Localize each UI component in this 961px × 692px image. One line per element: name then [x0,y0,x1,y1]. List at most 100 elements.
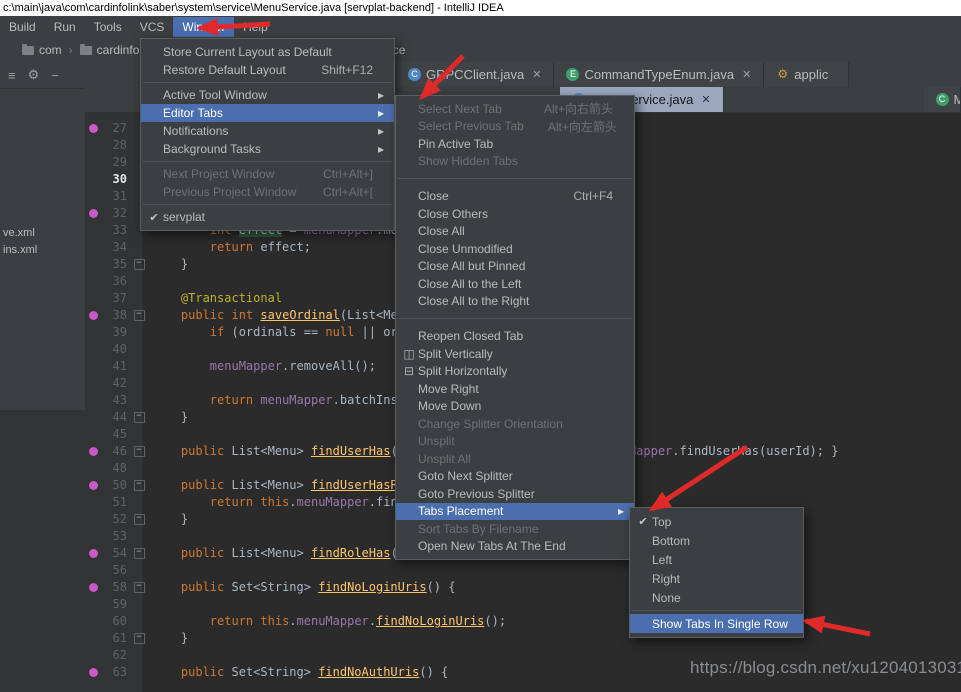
menu-item[interactable]: Show Hidden Tabs [396,153,634,171]
menubar-item[interactable]: Tools [85,17,131,37]
menu-item[interactable]: Editor Tabs [141,104,394,122]
menu-item-label: None [652,591,681,605]
fold-icon[interactable] [132,579,146,596]
fold-icon[interactable] [132,562,146,579]
fold-icon[interactable] [132,409,146,426]
menu-item[interactable]: Open New Tabs At The End [396,538,634,556]
menu-item[interactable]: Sort Tabs By Filename [396,520,634,538]
menu-item[interactable]: Split Horizontally [396,363,634,381]
fold-icon[interactable] [132,477,146,494]
menu-item[interactable]: Restore Default Layout Shift+F12 [141,61,394,79]
fold-icon[interactable] [132,375,146,392]
editor-tab[interactable]: C GRPCClient.java [396,62,554,87]
fold-icon[interactable] [132,630,146,647]
fold-icon[interactable] [132,596,146,613]
menu-item[interactable]: Close All to the Left [396,275,634,293]
fold-icon[interactable] [132,426,146,443]
menu-item[interactable]: Store Current Layout as Default [141,43,394,61]
menu-item[interactable]: Goto Next Splitter [396,468,634,486]
menu-item[interactable]: Notifications [141,122,394,140]
menu-item[interactable]: Close All to the Right [396,293,634,311]
code-token: (ordinals == [224,325,325,339]
fold-icon[interactable] [132,613,146,630]
menu-item[interactable]: Select Next Tab Alt+向右箭头 [396,100,634,118]
menubar-item[interactable]: VCS [131,17,174,37]
menu-item[interactable]: Change Splitter Orientation [396,415,634,433]
menu-item[interactable]: Select Previous Tab Alt+向左箭头 [396,118,634,136]
tab-close-icon[interactable] [532,68,541,81]
menu-item-label: Notifications [163,124,228,138]
code-token: } [152,410,188,424]
settings-icon[interactable]: ⚙ [28,67,40,83]
project-file-item[interactable]: ve.xml [0,225,85,242]
editor-tab[interactable]: C Menu [924,87,961,112]
fold-icon[interactable] [132,307,146,324]
menu-item[interactable] [141,158,394,165]
menu-item[interactable]: Close All but Pinned [396,258,634,276]
menubar-item[interactable]: Window [173,17,234,37]
menu-item[interactable]: Move Down [396,398,634,416]
code-token [152,325,210,339]
menu-item[interactable]: Show Tabs In Single Row [630,614,803,633]
fold-icon[interactable] [132,290,146,307]
editor-tab[interactable]: ⚙ applic [764,62,849,87]
menu-item[interactable]: Right [630,569,803,588]
menu-item[interactable] [396,310,634,328]
menu-item[interactable]: Top [630,512,803,531]
menubar-item[interactable]: Build [0,17,45,37]
menubar-item[interactable]: Run [45,17,85,37]
menu-item[interactable]: Bottom [630,531,803,550]
fold-icon[interactable] [132,256,146,273]
fold-icon[interactable] [132,358,146,375]
editor-tab[interactable]: E CommandTypeEnum.java [554,62,764,87]
menu-item[interactable]: Previous Project Window Ctrl+Alt+[ [141,183,394,201]
fold-icon[interactable] [132,545,146,562]
menu-item[interactable] [141,79,394,86]
fold-icon[interactable] [132,511,146,528]
menu-item[interactable]: servplat [141,208,394,226]
menu-item[interactable]: Pin Active Tab [396,135,634,153]
menu-item[interactable] [630,607,803,614]
menu-item[interactable] [141,201,394,208]
menu-item[interactable]: Next Project Window Ctrl+Alt+] [141,165,394,183]
menu-item[interactable]: Active Tool Window [141,86,394,104]
menu-item[interactable]: Close Others [396,205,634,223]
menu-item[interactable]: Close All [396,223,634,241]
fold-icon[interactable] [132,664,146,681]
menu-item[interactable]: Reopen Closed Tab [396,328,634,346]
project-file-item[interactable]: ins.xml [0,242,85,259]
fold-icon[interactable] [132,647,146,664]
menu-item[interactable]: None [630,588,803,607]
hide-panel-icon[interactable]: − [51,68,59,83]
menubar-item[interactable]: Help [234,17,277,37]
gutter-marker-icon [85,256,101,273]
menu-item[interactable]: Close Ctrl+F4 [396,188,634,206]
fold-icon[interactable] [132,239,146,256]
menu-item[interactable]: Background Tasks [141,140,394,158]
fold-icon[interactable] [132,528,146,545]
fold-icon[interactable] [132,494,146,511]
menu-item[interactable] [396,170,634,188]
fold-icon[interactable] [132,341,146,358]
menu-item[interactable]: Move Right [396,380,634,398]
fold-icon[interactable] [132,392,146,409]
fold-icon[interactable] [132,460,146,477]
code-token [152,240,210,254]
breadcrumb-item[interactable]: com [22,43,80,57]
fold-icon[interactable] [132,324,146,341]
tab-close-icon[interactable] [701,93,710,106]
menu-item[interactable]: Split Vertically [396,345,634,363]
menu-item[interactable]: Unsplit All [396,450,634,468]
fold-icon[interactable] [132,273,146,290]
tab-close-icon[interactable] [742,68,751,81]
menu-item[interactable]: Unsplit [396,433,634,451]
options-icon[interactable]: ≡ [8,68,16,83]
menu-item[interactable]: Tabs Placement [396,503,634,521]
menu-item[interactable]: Left [630,550,803,569]
fold-icon[interactable] [132,443,146,460]
menu-item[interactable]: Close Unmodified [396,240,634,258]
code-token: . [289,614,296,628]
gutter-marker-icon [85,494,101,511]
code-text: menuMapper.removeAll(); [146,358,376,375]
menu-item[interactable]: Goto Previous Splitter [396,485,634,503]
